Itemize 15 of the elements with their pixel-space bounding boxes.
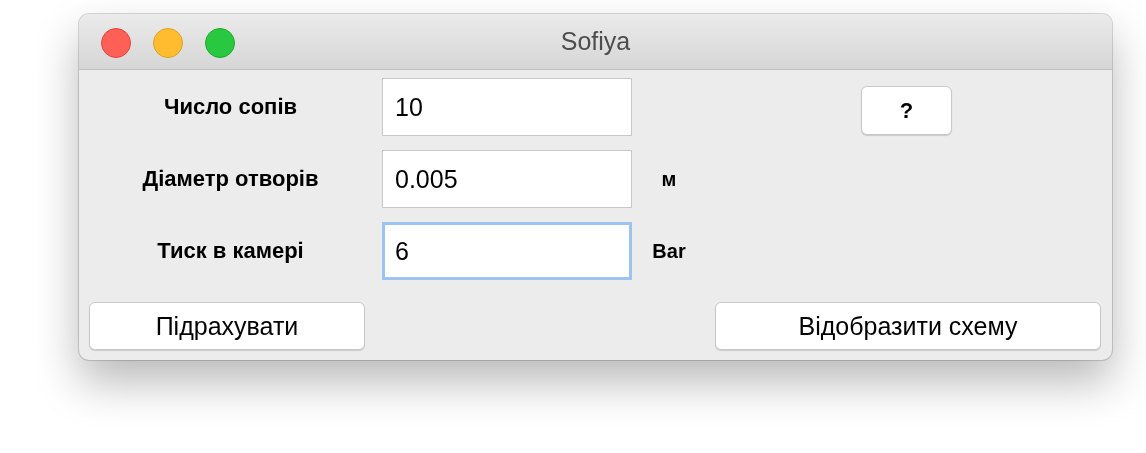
window-title: Sofiya <box>560 27 631 56</box>
field-label: Тиск в камері <box>157 238 304 264</box>
unit-label: Bar <box>652 239 686 263</box>
calculate-button[interactable]: Підрахувати <box>89 302 365 350</box>
unit-label: м <box>661 167 677 191</box>
help-button[interactable]: ? <box>861 86 952 135</box>
field-label: Діаметр отворів <box>142 166 319 192</box>
show-scheme-button[interactable]: Відобразити схему <box>715 302 1101 350</box>
field-label: Число сопів <box>163 94 298 120</box>
input-field[interactable]: 0.005 <box>382 150 632 208</box>
input-field[interactable]: 6 <box>382 222 632 280</box>
input-field[interactable]: 10 <box>382 78 632 136</box>
close-icon[interactable] <box>101 28 131 58</box>
minimize-icon[interactable] <box>153 28 183 58</box>
zoom-icon[interactable] <box>205 28 235 58</box>
